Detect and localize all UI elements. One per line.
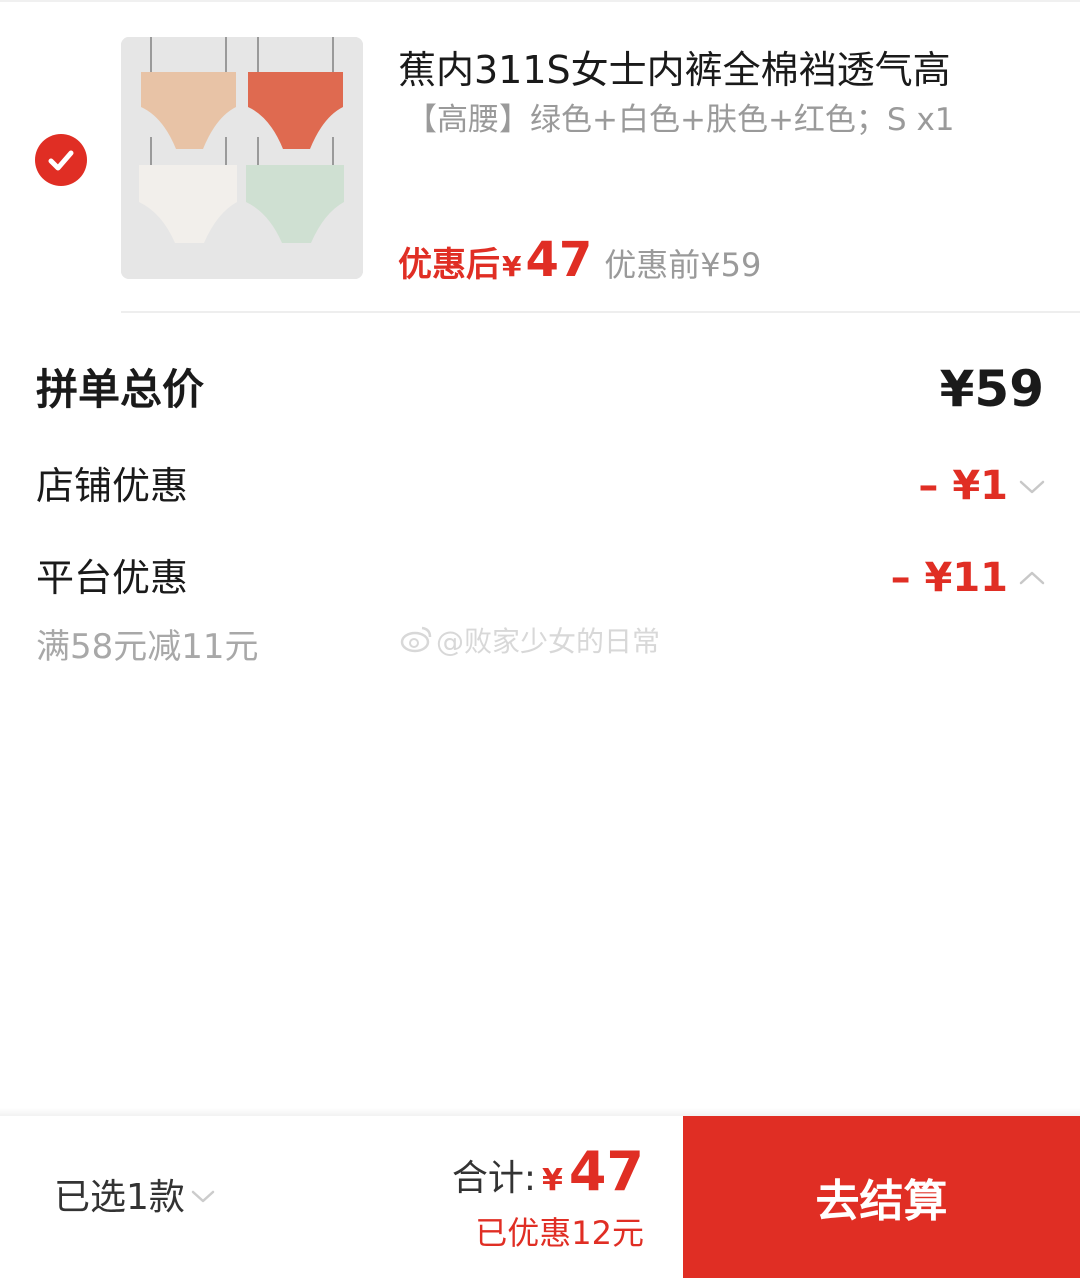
shop-discount-value[interactable]: – ¥1 [918,460,1008,512]
product-spec[interactable]: 【高腰】绿色+白色+肤色+红色；S x1 [406,98,955,142]
product-title[interactable]: 蕉内311S女士内裤全棉裆透气高 [398,44,951,96]
top-divider [0,0,1080,2]
chevron-down-icon[interactable] [1018,477,1046,497]
chevron-down-icon[interactable] [190,1188,216,1206]
price-after-currency: ¥ [502,250,522,283]
total-line: 合计: ¥47 [452,1140,644,1203]
platform-discount-rule: 满58元减11元 [36,627,259,667]
product-thumbnail[interactable] [121,37,363,279]
checkout-button[interactable]: 去结算 [683,1116,1080,1278]
saved-amount: 已优惠12元 [475,1214,644,1252]
total-currency: ¥ [541,1163,563,1198]
selected-count[interactable]: 已选1款 [54,1174,185,1222]
weibo-logo-icon [400,626,432,653]
total-label: 合计: [451,1158,536,1199]
shop-discount-label: 店铺优惠 [36,464,189,508]
price-after-label: 优惠后 [398,245,500,285]
bottom-bar-shadow [0,1108,1080,1116]
watermark-text: @败家少女的日常 [436,625,661,658]
total-value: 47 [568,1140,644,1203]
item-select-checkbox[interactable] [35,134,87,186]
platform-discount-label: 平台优惠 [36,556,189,600]
group-total-label: 拼单总价 [36,365,205,414]
checkmark-icon [48,150,74,171]
price-row: 优惠后¥47 优惠前¥59 [398,232,761,292]
group-total-value: ¥59 [939,360,1044,418]
platform-discount-value[interactable]: – ¥11 [891,552,1008,604]
price-after-value: 47 [525,232,593,288]
price-before: 优惠前¥59 [604,246,762,284]
item-divider [121,311,1080,313]
chevron-up-icon[interactable] [1018,568,1046,588]
